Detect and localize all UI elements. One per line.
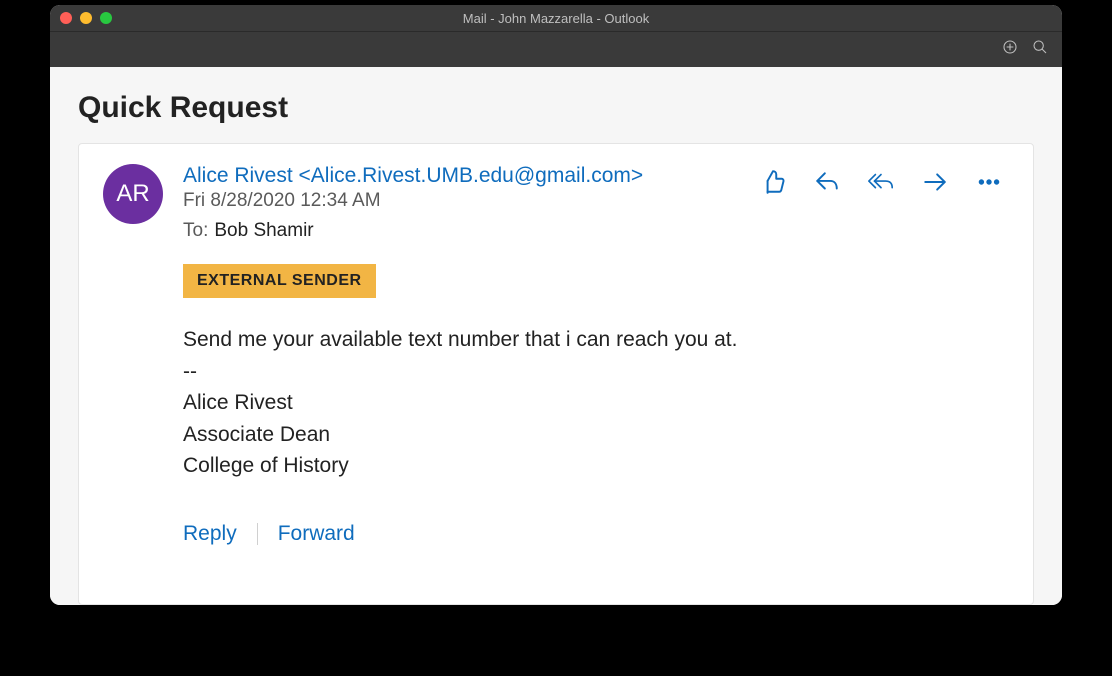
message-date: Fri 8/28/2020 12:34 AM (183, 190, 759, 212)
forward-icon[interactable] (921, 168, 949, 196)
to-value: Bob Shamir (214, 220, 313, 241)
reply-button[interactable]: Reply (183, 522, 237, 546)
action-divider (257, 523, 258, 545)
window-title: Mail - John Mazzarella - Outlook (50, 11, 1062, 26)
external-sender-badge: EXTERNAL SENDER (183, 264, 376, 298)
bottom-actions: Reply Forward (183, 522, 1009, 546)
reply-all-icon[interactable] (867, 168, 895, 196)
email-subject: Quick Request (78, 91, 1034, 125)
more-actions-icon[interactable] (975, 168, 1003, 196)
forward-button[interactable]: Forward (278, 522, 355, 546)
sender-display[interactable]: Alice Rivest <Alice.Rivest.UMB.edu@gmail… (183, 164, 759, 188)
reply-icon[interactable] (813, 168, 841, 196)
message-body: Send me your available text number that … (183, 324, 1009, 482)
sender-block: Alice Rivest <Alice.Rivest.UMB.edu@gmail… (183, 164, 759, 242)
message-card: AR Alice Rivest <Alice.Rivest.UMB.edu@gm… (78, 143, 1034, 605)
minimize-window-button[interactable] (80, 12, 92, 24)
search-icon[interactable] (1032, 39, 1048, 60)
zoom-window-button[interactable] (100, 12, 112, 24)
message-header: Alice Rivest <Alice.Rivest.UMB.edu@gmail… (183, 164, 1009, 242)
message-main: Alice Rivest <Alice.Rivest.UMB.edu@gmail… (183, 164, 1009, 578)
window-controls (60, 12, 112, 24)
content-area: Quick Request AR Alice Rivest <Alice.Riv… (50, 67, 1062, 605)
add-icon[interactable] (1002, 39, 1018, 60)
message-action-icons (759, 168, 1003, 196)
outlook-window: Mail - John Mazzarella - Outlook Quick R… (50, 5, 1062, 605)
toolbar (50, 31, 1062, 67)
to-label: To: (183, 220, 208, 241)
sender-avatar: AR (103, 164, 163, 224)
to-line: To: Bob Shamir (183, 220, 759, 242)
close-window-button[interactable] (60, 12, 72, 24)
like-icon[interactable] (759, 168, 787, 196)
titlebar: Mail - John Mazzarella - Outlook (50, 5, 1062, 31)
